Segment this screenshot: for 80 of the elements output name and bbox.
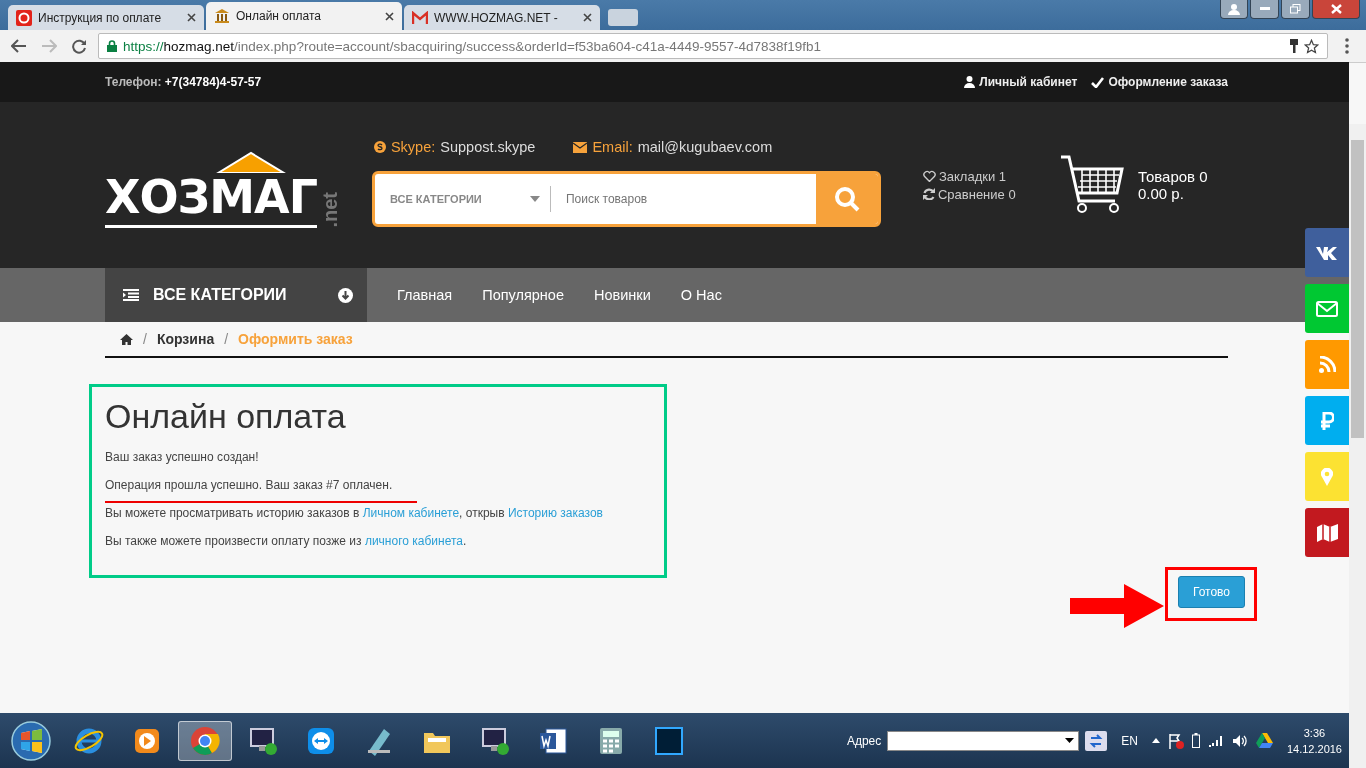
minimize-button[interactable] [1250,0,1279,19]
contact-text: Email: mail@kugubaev.com [573,139,773,155]
social-button[interactable] [1305,228,1349,277]
contact-text: Skype: Suppost.skype [373,139,536,155]
user-icon [1228,3,1240,15]
browser-tab[interactable]: Инструкция по оплате [8,5,204,30]
wishlist-link[interactable]: Закладки 1 [922,168,1060,184]
minimize-icon [1259,7,1270,11]
map-icon [1316,523,1338,542]
cart-icon [1059,155,1126,215]
caret-icon [529,196,540,202]
heart-icon [922,170,936,182]
chrome-taskbar-icon[interactable] [178,720,232,761]
message-text: Операция прошла успешно. Ваш заказ #7 оплачен. [105,478,393,492]
message-text: Вы также можете произвести оплату позже из личного кабинета. [105,534,467,548]
ruble-icon [1320,411,1334,430]
browser-tab[interactable]: WWW.HOZMAG.NET - [404,5,600,30]
category-dropdown[interactable]: ВСЕ КАТЕГОРИИ [374,186,551,212]
browser-tab[interactable]: Онлайн оплата [206,2,402,30]
close-tab-icon[interactable] [385,11,394,21]
breadcrumb-separator: / [143,331,147,347]
header-link[interactable]: Личный кабинет [964,75,1078,89]
speaker-icon[interactable] [1231,733,1248,748]
message-text: Вы можете просматривать историю заказов в Личном кабинете, открыв Историю заказов [105,506,603,520]
envelope-icon [573,141,588,153]
check-icon [1091,76,1105,88]
language-indicator[interactable]: EN [1121,733,1138,748]
restore-icon [1290,4,1301,14]
up-arrow-icon[interactable] [1151,738,1160,743]
logo-drawing[interactable]: ХОЗМАГ .net [105,150,342,228]
compare-link[interactable]: Сравнение 0 [922,186,1060,202]
address-label: Адрес [846,733,882,748]
signal-icon[interactable] [1207,734,1224,747]
close-icon [1330,4,1342,14]
page-title: Онлайн оплата [105,396,346,436]
nav-link[interactable]: Популярное [482,287,564,303]
nav-link[interactable]: Главная [397,287,453,303]
mail-icon [412,10,428,25]
phone-text: Телефон: +7(34784)4-57-57 [105,75,263,89]
categories-menu[interactable]: ВСЕ КАТЕГОРИИ [105,268,367,322]
close-tab-icon[interactable] [187,13,196,22]
cart-widget[interactable]: Товаров 0 0.00 р. [1059,155,1208,215]
breadcrumb-link[interactable]: Корзина [156,331,215,347]
lock-icon [107,40,117,52]
drive-icon[interactable] [1255,733,1273,748]
close-tab-icon[interactable] [583,13,592,22]
skype-icon [373,141,386,153]
building-icon [214,8,230,24]
refresh-icon [922,188,935,200]
profile-button[interactable] [1220,0,1248,19]
nav-link[interactable]: Новинки [594,287,651,303]
url-text: https://hozmag.net/index.php?route=account/sbacquiring/success&orderId=f53ba604-c41a-4449-9557-4d7838f19fb1 [123,38,822,54]
home-icon[interactable] [120,333,133,345]
list-icon [123,289,139,301]
star-icon[interactable] [1304,38,1319,54]
nav-link[interactable]: О Нас [680,287,722,303]
close-button[interactable] [1312,0,1360,19]
taskbar-clock[interactable]: 3:36 14.12.2016 [1282,724,1346,757]
vk-icon [1315,245,1339,260]
cart-count: Товаров 0 [1137,168,1208,185]
caret-icon [1065,738,1075,743]
scrollbar-thumb[interactable] [1351,140,1364,438]
social-button[interactable] [1305,508,1349,557]
user-icon [964,76,976,88]
search-bar[interactable]: ВСЕ КАТЕГОРИИ Поиск товаров [371,171,881,227]
message-text: Ваш заказ успешно создан! [105,450,259,464]
search-icon [833,186,860,212]
address-bar[interactable]: https://hozmag.net/index.php?route=account/sbacquiring/success&orderId=f53ba604-c41a-4449-9557-4d7838f19fb1 [98,33,1328,59]
rss-icon [1318,356,1336,373]
flag-icon[interactable] [1167,732,1184,749]
header-link[interactable]: Оформление заказа [1091,75,1228,89]
cart-total: 0.00 р. [1137,185,1185,202]
restore-button[interactable] [1281,0,1310,19]
go-icon[interactable] [1085,730,1108,751]
map-pin-icon [1321,467,1333,486]
battery-icon[interactable] [1191,733,1200,748]
arrow-down-circle-icon [338,287,353,303]
envelope-icon [1316,300,1338,317]
address-field[interactable] [887,730,1080,751]
breadcrumb-separator: / [224,331,229,347]
